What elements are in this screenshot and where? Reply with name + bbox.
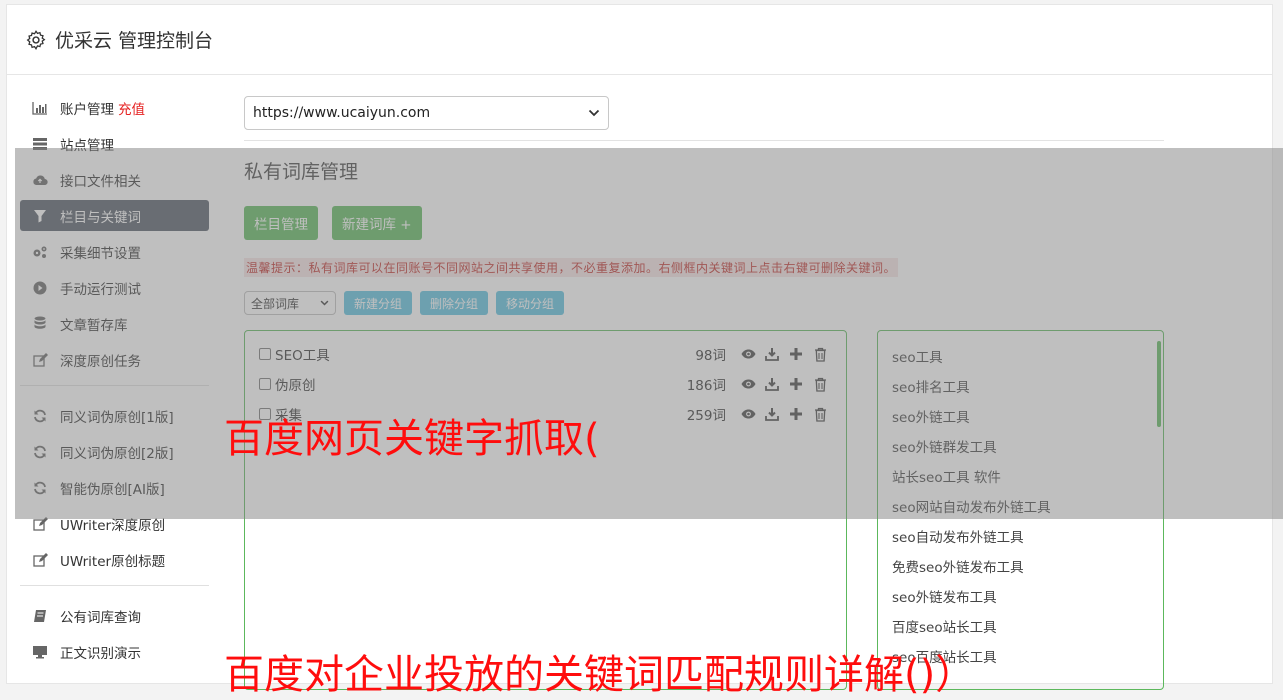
sidebar-item-label: 账户管理 — [60, 101, 114, 118]
sidebar-item-account[interactable]: 账户管理 充值 — [20, 92, 209, 123]
keyword-item[interactable]: seo外链发布工具 — [892, 581, 1149, 611]
site-select[interactable]: https://www.ucaiyun.com — [244, 96, 609, 130]
charge-link[interactable]: 充值 — [118, 98, 145, 118]
site-select-value: https://www.ucaiyun.com — [253, 105, 431, 121]
sidebar-divider — [20, 585, 209, 586]
sidebar-item-public-library[interactable]: 公有词库查询 — [20, 600, 209, 631]
watermark-text: 百度对企业投放的关键词匹配规则详解()） — [224, 652, 976, 698]
edit-icon — [32, 552, 48, 568]
keyword-item[interactable]: seo自动发布外链工具 — [892, 521, 1149, 551]
monitor-icon — [32, 644, 48, 660]
book-icon — [32, 608, 48, 624]
sidebar-item-label: UWriter原创标题 — [60, 553, 166, 570]
sidebar-item-uwriter-title[interactable]: UWriter原创标题 — [20, 544, 209, 575]
sidebar-item-label: 正文识别演示 — [60, 645, 141, 662]
watermark-text: 百度网页关键字抓取( — [224, 416, 600, 462]
sidebar-item-content-recognition[interactable]: 正文识别演示 — [20, 636, 209, 667]
keyword-item[interactable]: 百度seo站长工具 — [892, 611, 1149, 641]
app-title: 优采云 管理控制台 — [55, 30, 214, 52]
divider — [244, 140, 1164, 141]
header: 优采云 管理控制台 — [7, 5, 1272, 75]
gray-overlay — [15, 148, 1283, 519]
sidebar-item-label: 公有词库查询 — [60, 609, 141, 626]
gear-icon — [26, 29, 46, 50]
keyword-item[interactable]: 免费seo外链发布工具 — [892, 551, 1149, 581]
chevron-down-icon — [588, 109, 600, 117]
bar-chart-icon — [32, 100, 48, 116]
